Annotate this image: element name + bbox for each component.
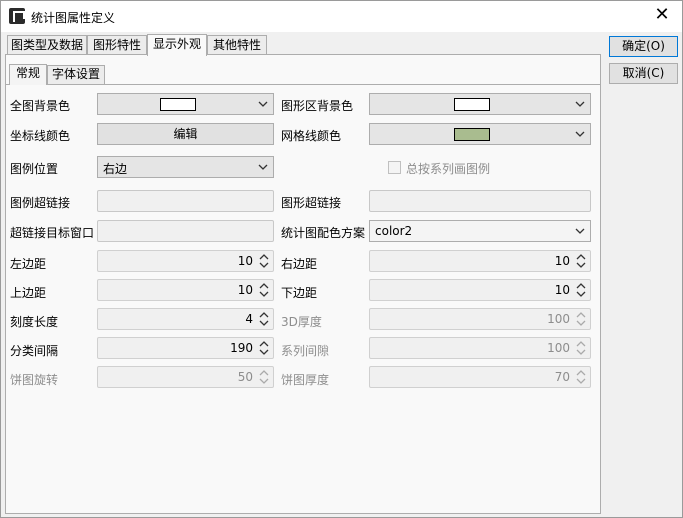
spin-arrows-icon (259, 370, 269, 384)
series-gap-label: 系列间隙 (281, 344, 330, 358)
spin-arrows-icon (576, 312, 586, 326)
pie-depth-stepper: 70 (369, 366, 591, 388)
top-margin-label: 上边距 (10, 286, 47, 300)
legend-by-series-label: 总按系列画图例 (406, 162, 491, 176)
close-button[interactable]: ✕ (648, 5, 676, 27)
edit-axis-color-button[interactable]: 编辑 (97, 123, 274, 145)
tab-appearance[interactable]: 显示外观 (147, 34, 207, 56)
spin-arrows-icon[interactable] (258, 339, 270, 357)
chevron-down-icon (575, 228, 585, 234)
bg-color-swatch (160, 98, 196, 111)
pie-rotation-label: 饼图旋转 (10, 373, 59, 387)
legend-position-dropdown[interactable]: 右边 (97, 156, 274, 178)
spin-arrows-icon (576, 341, 586, 355)
bg-color-dropdown[interactable] (97, 93, 274, 115)
chevron-down-icon (258, 101, 268, 107)
bottom-margin-value: 10 (554, 283, 570, 297)
graph-link-input[interactable] (369, 190, 591, 212)
series-gap-stepper: 100 (369, 337, 591, 359)
subtab-general[interactable]: 常规 (9, 64, 47, 85)
bottom-margin-label: 下边距 (281, 286, 318, 300)
grid-color-dropdown[interactable] (369, 123, 591, 145)
left-margin-label: 左边距 (10, 257, 47, 271)
tick-length-label: 刻度长度 (10, 315, 59, 329)
right-margin-value: 10 (554, 254, 570, 268)
dialog-window: 统计图属性定义 ✕ 图类型及数据 图形特性 显示外观 其他特性 常规 字体设置 … (0, 0, 683, 518)
subtab-font-settings[interactable]: 字体设置 (47, 65, 105, 84)
tab-other-properties[interactable]: 其他特性 (207, 35, 267, 55)
plot-bg-color-dropdown[interactable] (369, 93, 591, 115)
app-icon (9, 8, 25, 24)
bottom-margin-stepper[interactable]: 10 (369, 279, 591, 301)
category-gap-value: 190 (230, 341, 253, 355)
chevron-down-icon (575, 101, 585, 107)
link-target-label: 超链接目标窗口 (10, 226, 95, 240)
spin-arrows-icon[interactable] (575, 252, 587, 270)
legend-position-label: 图例位置 (10, 162, 59, 176)
legend-link-input[interactable] (97, 190, 274, 212)
top-margin-stepper[interactable]: 10 (97, 279, 274, 301)
tick-length-stepper[interactable]: 4 (97, 308, 274, 330)
spin-arrows-icon[interactable] (258, 252, 270, 270)
link-target-input[interactable] (97, 220, 274, 242)
plot-bg-color-swatch (454, 98, 490, 111)
color-scheme-value: color2 (375, 224, 413, 238)
pie-depth-value: 70 (554, 370, 570, 384)
tab-chart-type-data[interactable]: 图类型及数据 (7, 35, 87, 55)
color-scheme-dropdown[interactable]: color2 (369, 220, 591, 242)
color-scheme-label: 统计图配色方案 (281, 226, 366, 240)
cancel-button[interactable]: 取消(C) (609, 63, 678, 84)
pie-depth-label: 饼图厚度 (281, 373, 330, 387)
left-margin-stepper[interactable]: 10 (97, 250, 274, 272)
category-gap-stepper[interactable]: 190 (97, 337, 274, 359)
left-margin-value: 10 (237, 254, 253, 268)
ok-button[interactable]: 确定(O) (609, 36, 678, 57)
tab-graph-properties[interactable]: 图形特性 (87, 35, 147, 55)
plot-bg-color-label: 图形区背景色 (281, 99, 354, 113)
title-bar: 统计图属性定义 ✕ (1, 1, 682, 32)
subtab-divider (5, 84, 601, 85)
graph-link-label: 图形超链接 (281, 196, 342, 210)
pie-rotation-value: 50 (237, 370, 253, 384)
spin-arrows-icon (576, 370, 586, 384)
right-margin-stepper[interactable]: 10 (369, 250, 591, 272)
legend-position-value: 右边 (103, 162, 128, 176)
depth-3d-stepper: 100 (369, 308, 591, 330)
category-gap-label: 分类间隔 (10, 344, 59, 358)
legend-by-series-checkbox[interactable] (388, 161, 401, 174)
legend-link-label: 图例超链接 (10, 196, 71, 210)
spin-arrows-icon[interactable] (575, 281, 587, 299)
grid-color-swatch (454, 128, 490, 141)
top-margin-value: 10 (237, 283, 253, 297)
spin-arrows-icon[interactable] (258, 310, 270, 328)
depth-3d-value: 100 (547, 312, 570, 326)
series-gap-value: 100 (547, 341, 570, 355)
chevron-down-icon (258, 164, 268, 170)
window-title: 统计图属性定义 (31, 11, 116, 25)
grid-color-label: 网格线颜色 (281, 129, 342, 143)
chevron-down-icon (575, 131, 585, 137)
depth-3d-label: 3D厚度 (281, 315, 322, 329)
tick-length-value: 4 (245, 312, 253, 326)
spin-arrows-icon[interactable] (258, 281, 270, 299)
bg-color-label: 全图背景色 (10, 99, 71, 113)
right-margin-label: 右边距 (281, 257, 318, 271)
axis-color-label: 坐标线颜色 (10, 129, 71, 143)
pie-rotation-stepper: 50 (97, 366, 274, 388)
